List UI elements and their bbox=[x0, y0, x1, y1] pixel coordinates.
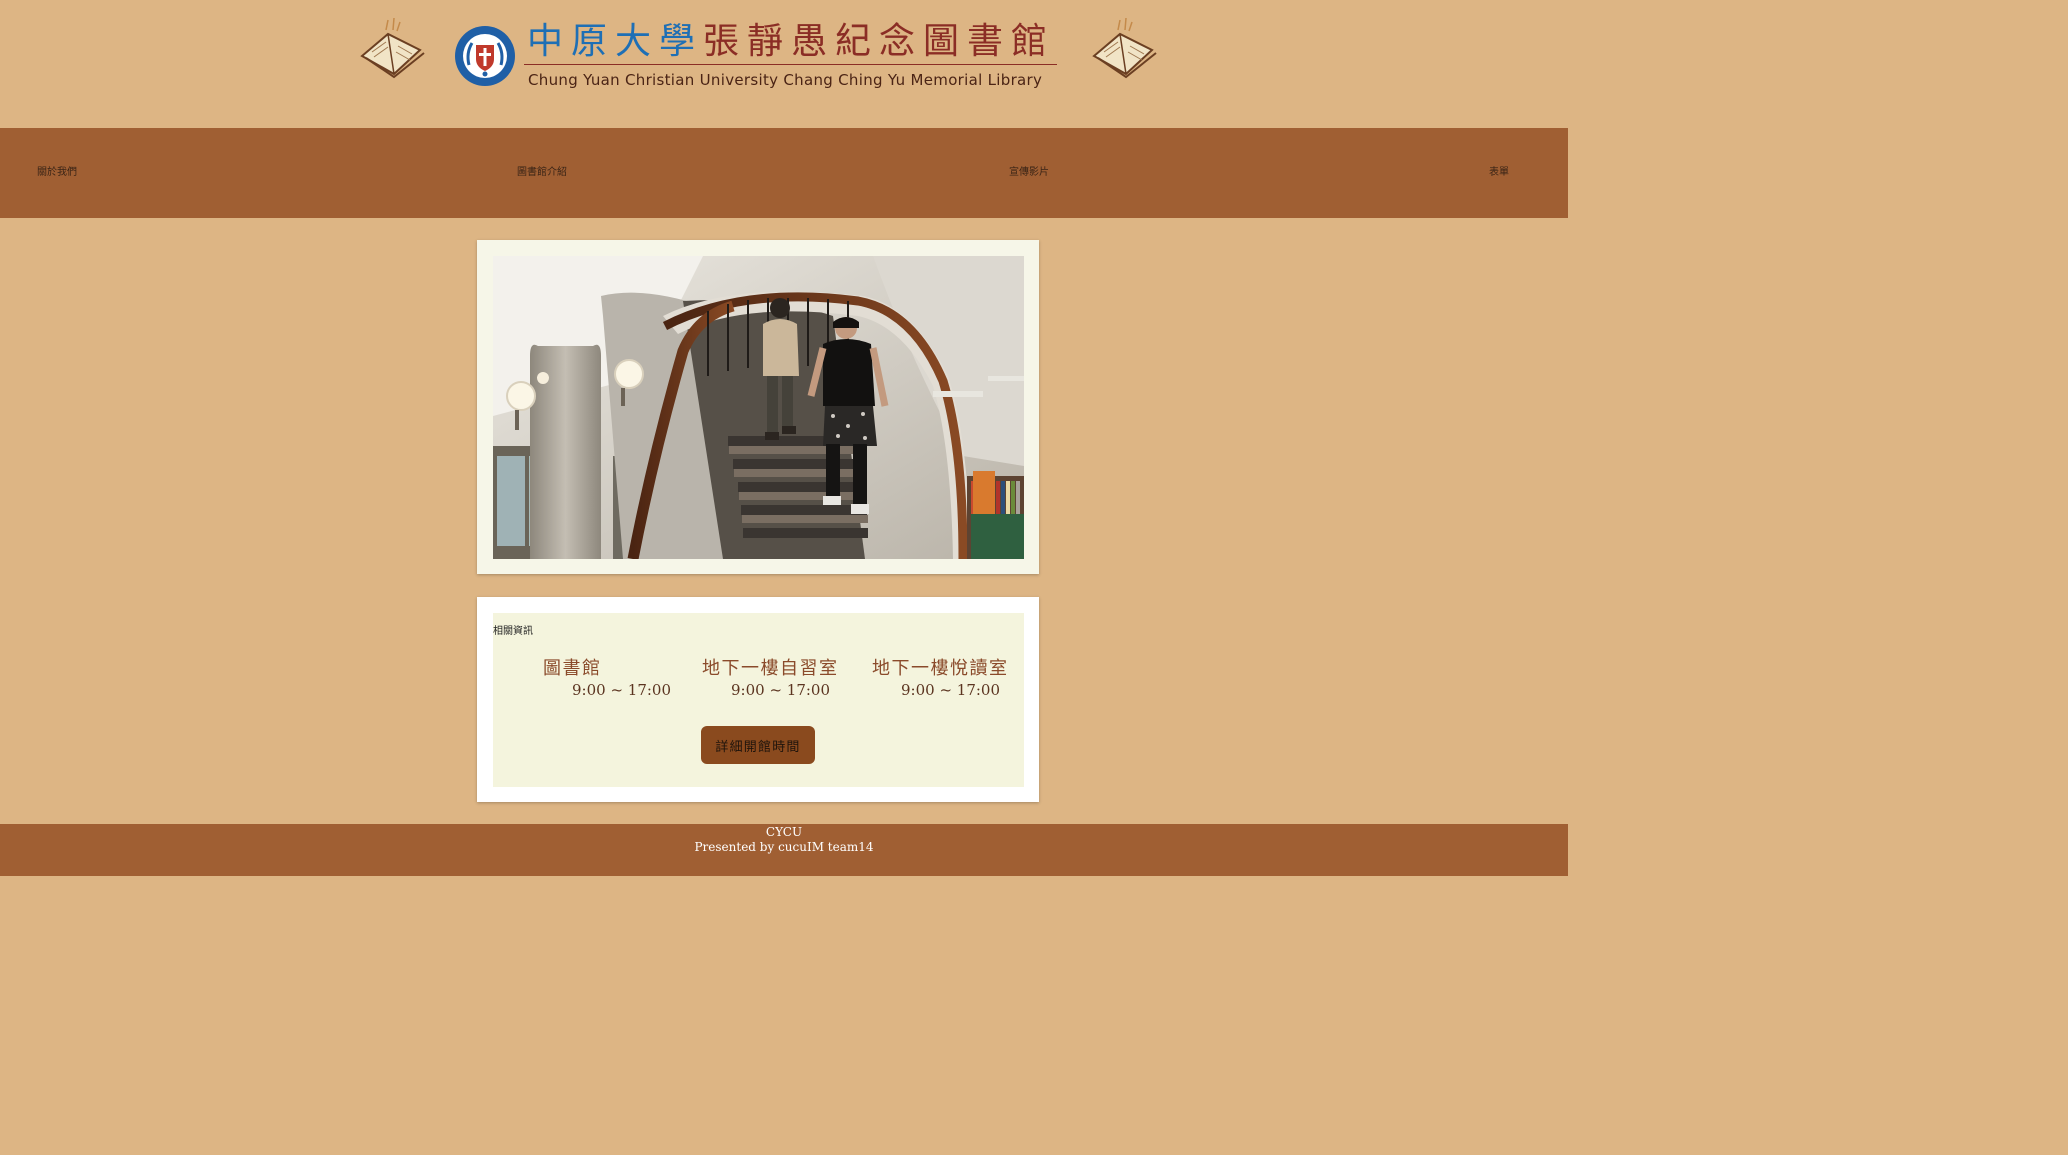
open-book-icon bbox=[1092, 17, 1157, 79]
footer-credits: Presented by cucuIM team14 bbox=[694, 840, 874, 854]
detailed-hours-button[interactable]: 詳細開館時間 bbox=[701, 726, 815, 764]
nav-item-about-us[interactable]: 關於我們 bbox=[37, 166, 77, 180]
nav-item-promo-video[interactable]: 宣傳影片 bbox=[1009, 166, 1049, 180]
info-panel: 相關資訊 圖書館 9:00 ~ 17:00 地下一樓自習室 9:00 ~ 17:… bbox=[493, 613, 1024, 787]
hours-library-name: 圖書館 bbox=[543, 658, 602, 679]
hours-library-time: 9:00 ~ 17:00 bbox=[572, 681, 672, 699]
main-nav: 關於我們 圖書館介紹 宣傳影片 表單 bbox=[0, 128, 1568, 218]
site-footer: CYCU Presented by cucuIM team14 bbox=[0, 824, 1568, 876]
library-title-chinese: 中原大學張靜愚紀念圖書館 bbox=[527, 20, 1057, 64]
info-heading: 相關資訊 bbox=[493, 626, 533, 637]
site-header: 中原大學張靜愚紀念圖書館 Chung Yuan Christian Univer… bbox=[0, 0, 1568, 128]
hours-reading-room-name: 地下一樓悅讀室 bbox=[872, 658, 1009, 679]
hours-reading-room-time: 9:00 ~ 17:00 bbox=[901, 681, 1001, 699]
open-book-icon bbox=[360, 17, 425, 79]
nav-item-forms[interactable]: 表單 bbox=[1489, 166, 1509, 180]
photo-card bbox=[477, 240, 1039, 574]
hours-study-room-name: 地下一樓自習室 bbox=[702, 658, 839, 679]
university-seal-logo bbox=[455, 26, 515, 86]
info-card: 相關資訊 圖書館 9:00 ~ 17:00 地下一樓自習室 9:00 ~ 17:… bbox=[477, 597, 1039, 802]
library-staircase-photo bbox=[493, 256, 1024, 559]
footer-org: CYCU bbox=[765, 825, 803, 839]
title-divider bbox=[524, 64, 1057, 65]
university-name: 中原大學 bbox=[527, 21, 704, 62]
nav-item-library-intro[interactable]: 圖書館介紹 bbox=[517, 166, 567, 180]
library-title-english: Chung Yuan Christian University Chang Ch… bbox=[528, 71, 1043, 89]
library-name: 張靜愚紀念圖書館 bbox=[703, 21, 1056, 62]
hours-study-room-time: 9:00 ~ 17:00 bbox=[731, 681, 831, 699]
